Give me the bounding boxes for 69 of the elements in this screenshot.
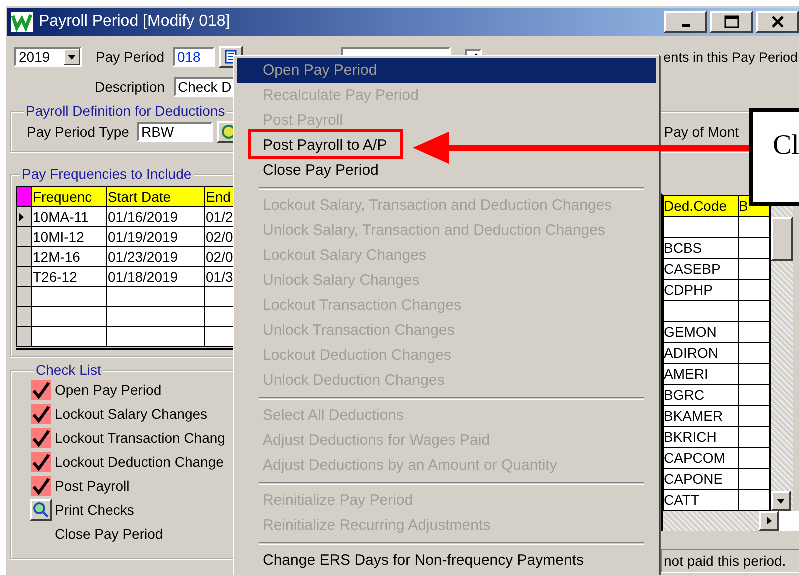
table-cell: CAPCOM [664,448,738,468]
table-cell: CATT [664,490,738,510]
table-cell: BCBS [664,238,738,258]
group-title: Payroll Definition for Deductions [24,103,228,119]
group-title: Check List [34,362,104,378]
row-selector[interactable] [16,206,32,226]
pay-period-type-field[interactable]: RBW [137,122,214,142]
maximize-icon [724,15,740,29]
row-selector[interactable] [16,266,32,286]
close-button[interactable] [756,11,799,33]
table-cell: 10MA-11 [32,206,106,226]
check-list-item: Open Pay Period [55,382,162,398]
scroll-down-button[interactable] [771,491,791,511]
window-title: Payroll Period [Modify 018] [39,13,230,31]
caret-icon [777,498,785,504]
magnifier-icon [33,502,49,518]
table-cell: GEMON [664,322,738,342]
table-cell: 01/19/2019 [106,226,204,246]
check-list-item: Lockout Salary Changes [55,406,208,422]
row-selector[interactable] [16,326,32,346]
scrollbar[interactable] [663,511,779,531]
table-cell: CAPONE [664,468,738,490]
check-list-item: Post Payroll [55,478,130,494]
table-cell: BKAMER [664,406,738,426]
field-label: Description [95,79,166,95]
minimize-button[interactable] [664,11,707,33]
field-label: Pay Period [96,49,164,65]
table-cell: BKRICH [664,426,738,448]
table-cell: 10MI-12 [32,226,106,246]
menu-item[interactable]: Post Payroll to A/P [237,133,656,158]
maximize-button[interactable] [710,11,753,33]
row-selector[interactable] [16,246,32,266]
check-list-item: Lockout Transaction Chang [55,430,226,446]
column-header: Ded.Code [664,196,738,216]
field-label: Pay Period Type [27,124,130,140]
check-list-item: Print Checks [55,502,134,518]
table-cell: BGRC [664,384,738,406]
table-cell: 01/16/2019 [106,206,204,226]
caret-icon [68,54,76,60]
preview-button[interactable] [30,499,52,521]
callout-tooltip: Cl [749,108,799,206]
year-dropdown[interactable]: 2019 [14,47,82,67]
field-label: Pay of Mont [664,124,740,140]
minimize-icon [682,24,690,27]
menu-item[interactable]: Change ERS Days for Non-frequency Payments [237,548,656,573]
table-cell: CDPHP [664,280,738,300]
group-title: Pay Frequencies to Include [20,166,194,182]
row-selector[interactable] [16,286,32,306]
status-text: not paid this period. [661,549,799,573]
check-list-item: Close Pay Period [55,526,164,542]
table-cell: CASEBP [664,258,738,280]
row-selector[interactable] [16,226,32,246]
column-header: Start Date [106,186,204,206]
scroll-right-button[interactable] [759,511,779,531]
row-selector[interactable] [16,306,32,326]
row-header [16,186,32,206]
checkbox-label: ents in this Pay Period [664,50,799,64]
menu-item[interactable]: Close Pay Period [237,158,656,183]
caret-icon [766,517,772,525]
logo-icon [11,12,33,32]
scroll-thumb[interactable] [771,217,793,261]
pay-period-field[interactable]: 018 [173,47,216,67]
column-header: Frequenc [32,186,106,206]
table-cell: T26-12 [32,266,106,286]
table-cell: 12M-16 [32,246,106,266]
check-list-item: Lockout Deduction Change [55,454,224,470]
close-icon [770,15,784,29]
table-cell: 01/23/2019 [106,246,204,266]
table-cell: 01/18/2019 [106,266,204,286]
